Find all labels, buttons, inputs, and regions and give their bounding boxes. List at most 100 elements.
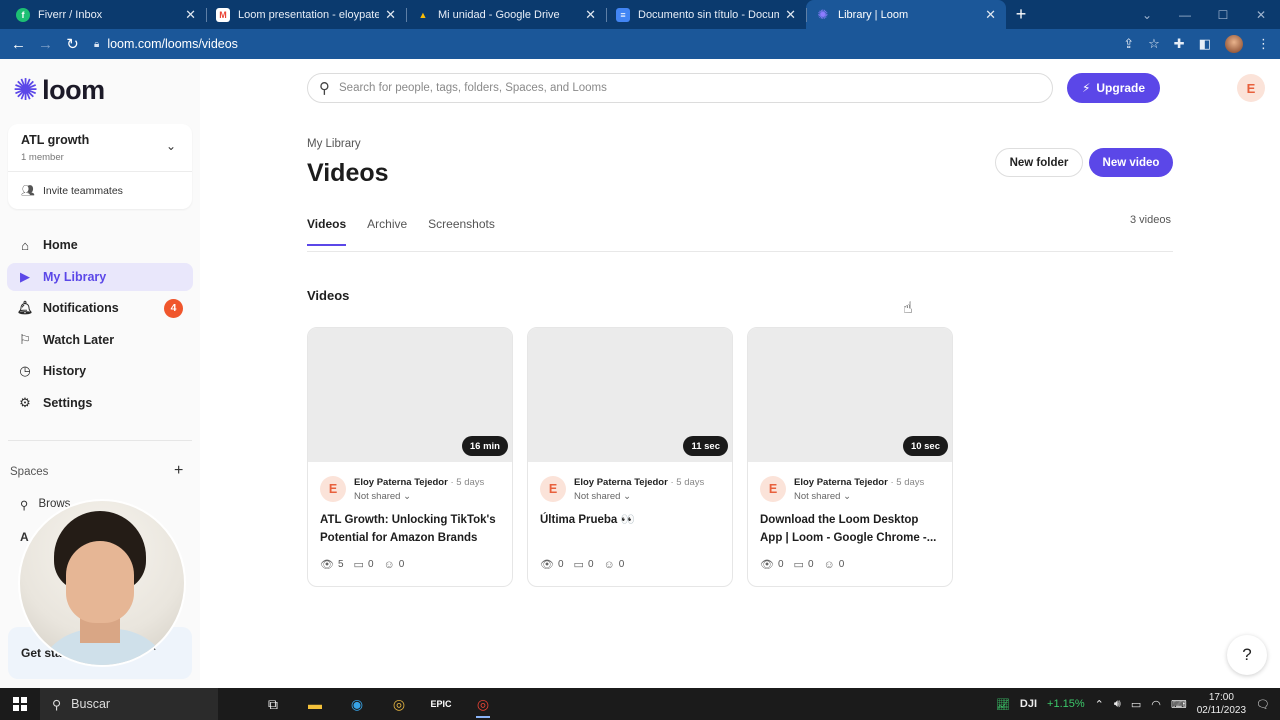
browser-tab[interactable]: f Fiverr / Inbox ✕ — [6, 0, 206, 29]
maximize-icon[interactable]: ☐ — [1204, 0, 1242, 29]
share-icon[interactable]: ⇪ — [1123, 36, 1134, 52]
video-card[interactable]: 16 min E Eloy Paterna Tejedor · 5 days N… — [307, 327, 513, 587]
smile-icon: ☺ — [603, 558, 615, 571]
video-card[interactable]: 11 sec E Eloy Paterna Tejedor · 5 days N… — [527, 327, 733, 587]
taskbar-search[interactable]: ⚲ Buscar — [40, 688, 218, 720]
epic-games-icon[interactable]: EPIC — [426, 689, 456, 719]
workspace-name[interactable]: ATL growth — [21, 133, 89, 147]
tab-archive[interactable]: Archive — [367, 217, 407, 246]
chevron-down-icon[interactable]: ⌄ — [166, 139, 176, 153]
invite-teammates-button[interactable]: 👥︎ Invite teammates — [21, 184, 123, 198]
close-icon[interactable]: ✕ — [385, 7, 396, 23]
notification-badge: 4 — [164, 298, 183, 318]
duration-badge: 16 min — [461, 436, 508, 456]
breadcrumb[interactable]: My Library — [307, 138, 361, 150]
close-icon[interactable]: ✕ — [185, 7, 196, 23]
sidebar-item-label: Settings — [43, 395, 93, 410]
chrome-profile-icon[interactable]: ◎ — [468, 689, 498, 719]
share-status[interactable]: Not shared ⌄ — [794, 491, 851, 502]
search-input[interactable]: ⚲ Search for people, tags, folders, Spac… — [307, 73, 1053, 103]
chrome-icon[interactable]: ◎ — [384, 689, 414, 719]
sidebar-item-my-library[interactable]: ▶︎ My Library — [7, 262, 193, 291]
video-stats: 👁︎ 5 ▭ 0 ☺ 0 — [320, 558, 404, 572]
user-avatar[interactable]: E — [1237, 74, 1265, 102]
video-title[interactable]: Última Prueba 👀 — [540, 511, 720, 529]
sidebar-item-label: History — [43, 364, 87, 379]
url-bar[interactable]: 🔒︎ loom.com/looms/videos — [94, 33, 1134, 55]
webcam-person — [66, 541, 134, 623]
battery-icon[interactable]: ▭ — [1131, 698, 1141, 711]
tab-videos[interactable]: Videos — [307, 217, 347, 246]
add-space-button[interactable]: + — [174, 462, 183, 480]
video-thumbnail[interactable]: 11 sec — [528, 328, 732, 462]
chevron-up-icon[interactable]: ⌃ — [1095, 698, 1104, 711]
tab-search-icon[interactable]: ⌄ — [1128, 0, 1166, 29]
video-thumbnail[interactable]: 16 min — [308, 328, 512, 462]
file-explorer-icon[interactable]: ▬ — [300, 689, 330, 719]
new-folder-button[interactable]: New folder — [995, 148, 1083, 177]
page-title: Videos — [307, 159, 389, 187]
ticker-symbol[interactable]: DJI — [1020, 698, 1037, 710]
clock[interactable]: 17:00 02/11/2023 — [1197, 691, 1246, 717]
owner-avatar: E — [540, 476, 566, 502]
sidebar-item-settings[interactable]: ⚙ Settings — [7, 389, 193, 417]
video-thumbnail[interactable]: 10 sec — [748, 328, 952, 462]
loom-icon: ✺ — [817, 6, 829, 22]
notifications-icon[interactable]: 🗨︎ — [1256, 698, 1270, 711]
duration-badge: 11 sec — [683, 436, 728, 456]
keyboard-icon[interactable]: ⌨ — [1171, 698, 1187, 711]
speaker-icon[interactable]: 🔊︎ — [1114, 698, 1121, 711]
webcam-bubble[interactable] — [18, 499, 186, 667]
browser-tab[interactable]: ≡ Documento sin título - Documen ✕ — [606, 0, 806, 29]
new-tab-button[interactable]: + — [1006, 0, 1036, 29]
stock-chart-icon: 📈︎ — [995, 698, 1010, 711]
wifi-icon[interactable]: ◠ — [1151, 698, 1161, 711]
start-button[interactable] — [0, 697, 40, 711]
loom-logo-text: loom — [42, 75, 105, 105]
sidepanel-icon[interactable]: ◧ — [1199, 36, 1211, 52]
comment-count: 0 — [367, 559, 374, 570]
browser-tab-active[interactable]: ✺ Library | Loom ✕ — [806, 0, 1006, 29]
divider — [307, 251, 1173, 252]
browser-tab[interactable]: M Loom presentation - eloypaterna ✕ — [206, 0, 406, 29]
gmail-icon: M — [216, 7, 230, 22]
comment-icon: ▭ — [573, 559, 584, 571]
sidebar-item-watch-later[interactable]: ⚐ Watch Later — [7, 326, 193, 354]
close-icon[interactable]: ✕ — [985, 7, 996, 23]
profile-avatar[interactable] — [1225, 35, 1243, 53]
forward-icon[interactable]: → — [32, 36, 59, 53]
help-button[interactable]: ? — [1227, 635, 1267, 675]
close-icon[interactable]: ✕ — [585, 7, 596, 23]
window-close-icon[interactable]: ✕ — [1242, 0, 1280, 29]
comment-count: 0 — [587, 559, 594, 570]
browser-tab[interactable]: ▲ Mi unidad - Google Drive ✕ — [406, 0, 606, 29]
star-icon[interactable]: ☆ — [1148, 36, 1160, 52]
video-title[interactable]: ATL Growth: Unlocking TikTok's Potential… — [320, 511, 500, 547]
sidebar-item-home[interactable]: ⌂ Home — [7, 231, 193, 259]
new-video-button[interactable]: New video — [1089, 148, 1173, 177]
task-view-icon[interactable]: ⧉ — [258, 689, 288, 719]
upgrade-button[interactable]: ⚡︎ Upgrade — [1067, 73, 1160, 103]
window-controls: ⌄ — ☐ ✕ — [1128, 0, 1280, 29]
library-icon: ▶︎ — [20, 268, 30, 284]
reload-icon[interactable]: ↻ — [59, 35, 86, 53]
lock-icon[interactable]: 🔒︎ — [94, 39, 99, 50]
close-icon[interactable]: ✕ — [785, 7, 796, 23]
video-card[interactable]: 10 sec E Eloy Paterna Tejedor · 5 days N… — [747, 327, 953, 587]
video-age: 5 days — [456, 477, 485, 488]
share-status[interactable]: Not shared ⌄ — [574, 491, 631, 502]
minimize-icon[interactable]: — — [1166, 0, 1204, 29]
comment-icon: ▭ — [793, 559, 804, 571]
loom-logo[interactable]: ✺ loom — [13, 75, 105, 106]
share-status[interactable]: Not shared ⌄ — [354, 491, 411, 502]
sidebar-item-history[interactable]: ◷ History — [7, 357, 193, 385]
sidebar-item-notifications[interactable]: 🔔︎ Notifications 4 — [7, 294, 193, 322]
docs-icon: ≡ — [616, 7, 630, 22]
menu-icon[interactable]: ⋮ — [1257, 36, 1270, 52]
loom-logo-icon: ✺ — [13, 73, 39, 107]
video-title[interactable]: Download the Loom Desktop App | Loom - G… — [760, 511, 940, 547]
back-icon[interactable]: ← — [5, 36, 32, 53]
tab-screenshots[interactable]: Screenshots — [428, 217, 495, 246]
edge-icon[interactable]: ◉ — [342, 689, 372, 719]
extensions-icon[interactable]: ✚ — [1174, 36, 1185, 52]
